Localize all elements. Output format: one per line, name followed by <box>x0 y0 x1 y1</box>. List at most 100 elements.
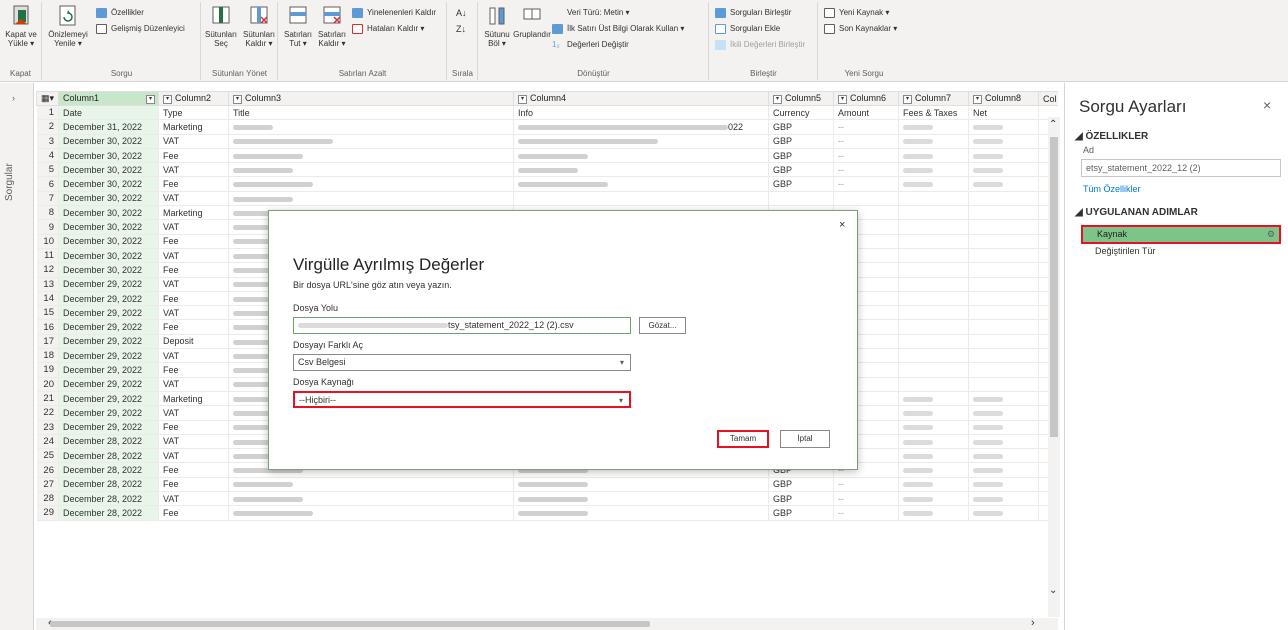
horizontal-scrollbar[interactable]: ‹ › <box>36 617 1058 630</box>
date-cell[interactable]: December 29, 2022 <box>58 420 159 435</box>
currency-cell[interactable]: GBP <box>768 119 834 135</box>
table-menu-cell[interactable]: ▦▾ <box>36 91 59 106</box>
amount-cell[interactable]: -- <box>833 491 899 507</box>
currency-cell[interactable] <box>768 191 834 207</box>
fees-cell[interactable] <box>898 334 969 350</box>
fees-cell[interactable] <box>898 191 969 207</box>
remove-errors-button[interactable]: Hataları Kaldır ▾ <box>351 22 424 36</box>
date-cell[interactable]: December 28, 2022 <box>58 448 159 464</box>
column-filter-icon[interactable]: ▾ <box>233 94 242 104</box>
use-first-row-as-headers-button[interactable]: İlk Satırı Üst Bilgi Olarak Kullan ▾ <box>551 22 684 36</box>
net-cell[interactable] <box>968 162 1039 178</box>
queries-pane-collapsed[interactable]: › Sorgular <box>0 83 34 630</box>
date-cell[interactable]: December 30, 2022 <box>58 162 159 178</box>
net-cell[interactable] <box>968 319 1039 335</box>
fees-cell[interactable] <box>898 305 969 321</box>
fees-cell[interactable] <box>898 448 969 464</box>
date-cell[interactable]: December 28, 2022 <box>58 477 159 493</box>
fees-cell[interactable] <box>898 377 969 392</box>
net-cell[interactable] <box>968 148 1039 164</box>
date-cell[interactable]: December 29, 2022 <box>58 405 159 421</box>
type-cell[interactable]: Fee <box>158 291 229 307</box>
remove-rows-button[interactable]: Satırları Kaldır ▾ <box>315 4 349 48</box>
column-header[interactable]: ▾ Column5 <box>768 91 834 106</box>
table-cell[interactable]: Fees & Taxes <box>898 105 969 121</box>
amount-cell[interactable]: -- <box>833 505 899 521</box>
date-cell[interactable]: December 29, 2022 <box>58 348 159 364</box>
type-cell[interactable]: Fee <box>158 362 229 378</box>
title-cell[interactable] <box>228 119 514 135</box>
net-cell[interactable] <box>968 119 1039 135</box>
type-cell[interactable]: VAT <box>158 491 229 507</box>
net-cell[interactable] <box>968 134 1039 149</box>
horizontal-scroll-thumb[interactable] <box>50 621 650 627</box>
net-cell[interactable] <box>968 348 1039 364</box>
type-cell[interactable]: VAT <box>158 305 229 321</box>
amount-cell[interactable]: -- <box>833 134 899 149</box>
net-cell[interactable] <box>968 291 1039 307</box>
column-filter-icon[interactable]: ▾ <box>838 94 847 104</box>
type-cell[interactable]: Fee <box>158 234 229 249</box>
net-cell[interactable] <box>968 262 1039 278</box>
sort-descending-icon[interactable]: Z↓ <box>456 24 466 34</box>
date-cell[interactable]: December 29, 2022 <box>58 305 159 321</box>
fees-cell[interactable] <box>898 134 969 149</box>
type-cell[interactable]: VAT <box>158 348 229 364</box>
applied-step-changed-type[interactable]: Değiştirilen Tür <box>1085 244 1275 259</box>
column-filter-icon[interactable]: ▾ <box>903 94 912 104</box>
fees-cell[interactable] <box>898 291 969 307</box>
file-path-input[interactable]: tsy_statement_2022_12 (2).csv <box>293 317 631 334</box>
table-row[interactable]: 3 December 30, 2022 VAT GBP -- <box>36 134 1058 149</box>
table-row[interactable]: 1 Date Type Title Info Currency Amount F… <box>36 105 1058 121</box>
open-as-select[interactable]: Csv Belgesi ▾ <box>293 354 631 371</box>
type-cell[interactable]: VAT <box>158 405 229 421</box>
column-filter-icon[interactable]: ▾ <box>773 94 782 104</box>
amount-cell[interactable] <box>833 191 899 207</box>
net-cell[interactable] <box>968 219 1039 235</box>
fees-cell[interactable] <box>898 491 969 507</box>
info-cell[interactable] <box>513 162 769 178</box>
net-cell[interactable] <box>968 505 1039 521</box>
net-cell[interactable] <box>968 362 1039 378</box>
net-cell[interactable] <box>968 462 1039 478</box>
column-header[interactable]: Column1 ▾ <box>58 91 159 106</box>
info-cell[interactable] <box>513 191 769 207</box>
scroll-up-icon[interactable]: ⌃ <box>1049 119 1057 130</box>
type-cell[interactable]: VAT <box>158 134 229 149</box>
table-cell[interactable]: Currency <box>768 105 834 121</box>
group-by-button[interactable]: Gruplandır <box>513 4 551 39</box>
table-cell[interactable]: Info <box>513 105 769 121</box>
info-cell[interactable] <box>513 134 769 149</box>
date-cell[interactable]: December 28, 2022 <box>58 462 159 478</box>
net-cell[interactable] <box>968 234 1039 249</box>
refresh-preview-button[interactable]: Önizlemeyi Yenile ▾ <box>45 4 91 48</box>
amount-cell[interactable]: -- <box>833 119 899 135</box>
date-cell[interactable]: December 29, 2022 <box>58 391 159 407</box>
fees-cell[interactable] <box>898 505 969 521</box>
table-row[interactable]: 2 December 31, 2022 Marketing 022 GBP -- <box>36 119 1058 135</box>
type-cell[interactable]: VAT <box>158 377 229 392</box>
fees-cell[interactable] <box>898 119 969 135</box>
expand-queries-icon[interactable]: › <box>12 93 15 103</box>
title-cell[interactable] <box>228 134 514 149</box>
currency-cell[interactable]: GBP <box>768 134 834 149</box>
type-cell[interactable]: VAT <box>158 434 229 450</box>
net-cell[interactable] <box>968 377 1039 392</box>
net-cell[interactable] <box>968 191 1039 207</box>
net-cell[interactable] <box>968 477 1039 493</box>
fees-cell[interactable] <box>898 462 969 478</box>
info-cell[interactable] <box>513 491 769 507</box>
type-cell[interactable]: Fee <box>158 505 229 521</box>
fees-cell[interactable] <box>898 391 969 407</box>
advanced-editor-button[interactable]: Gelişmiş Düzenleyici <box>95 22 185 36</box>
fees-cell[interactable] <box>898 234 969 249</box>
net-cell[interactable] <box>968 176 1039 192</box>
title-cell[interactable] <box>228 191 514 207</box>
type-cell[interactable]: VAT <box>158 248 229 264</box>
type-cell[interactable]: VAT <box>158 219 229 235</box>
date-cell[interactable]: December 30, 2022 <box>58 234 159 249</box>
dialog-close-icon[interactable]: × <box>839 219 845 231</box>
properties-button[interactable]: Özellikler <box>95 6 144 20</box>
info-cell[interactable] <box>513 148 769 164</box>
column-filter-icon[interactable]: ▾ <box>518 94 527 104</box>
